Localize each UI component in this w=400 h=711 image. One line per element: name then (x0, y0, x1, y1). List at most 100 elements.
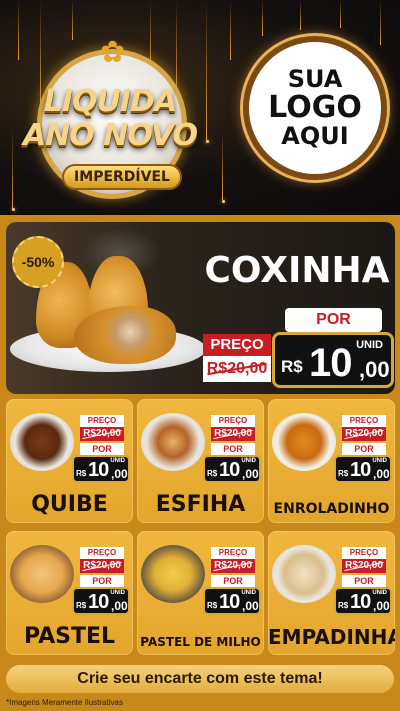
por-label: POR (342, 575, 386, 587)
esfiha-image (141, 413, 205, 471)
sparkle-dot (222, 200, 225, 203)
preco-label: PREÇO (80, 415, 124, 427)
price-decimal: ,00 (111, 467, 128, 481)
preco-label: PREÇO (80, 547, 124, 559)
currency-symbol: R$ (76, 469, 87, 478)
unid-label: UNID (241, 458, 256, 464)
price-box: UNID R$ 10 ,00 (272, 332, 394, 388)
product-card: PREÇOR$20,00 POR UNID R$10,00 QUIBE (6, 399, 133, 523)
product-name: PASTEL DE MILHO (140, 635, 261, 649)
price-integer: 10 (350, 591, 371, 613)
footnote: *Imagens Meramente Ilustrativas (6, 698, 123, 707)
sparkle-decoration (230, 0, 231, 60)
price-box: UNID R$ 10,00 (203, 587, 261, 615)
price-integer: 10 (219, 459, 240, 481)
gift-bow-icon: ✿ (100, 36, 126, 69)
sparkle-dot (206, 140, 209, 143)
product-card: PREÇOR$20,00 POR UNID R$10,00 PASTEL (6, 531, 133, 655)
sparkle-dot (12, 208, 15, 211)
pastel-image (10, 545, 74, 603)
currency-symbol: R$ (338, 469, 349, 478)
old-price: R$20,00 (342, 559, 386, 573)
sparkle-decoration (206, 0, 207, 140)
sparkle-decoration (340, 0, 341, 28)
currency-symbol: R$ (281, 357, 303, 376)
sparkle-decoration (380, 0, 381, 45)
sparkle-decoration (222, 130, 223, 200)
price-box: UNID R$ 10,00 (203, 455, 261, 483)
sparkle-decoration (12, 130, 13, 210)
price-box: UNID R$ 10,00 (72, 455, 130, 483)
badge-ribbon: IMPERDÍVEL (62, 164, 182, 190)
price-decimal: ,00 (111, 599, 128, 613)
old-price: R$20,00 (211, 559, 255, 573)
discount-badge: -50% (12, 236, 64, 288)
coxinha-image (74, 306, 176, 364)
unid-label: UNID (110, 590, 125, 596)
unid-label: UNID (356, 339, 383, 351)
sparkle-decoration (18, 0, 19, 60)
preco-label: PREÇO (211, 547, 255, 559)
promo-badge: ✿ LIQUIDA ANO NOVO IMPERDÍVEL (22, 32, 198, 202)
preco-label: PREÇO (342, 547, 386, 559)
quibe-image (10, 413, 74, 471)
old-price: R$20,00 (80, 427, 124, 441)
currency-symbol: R$ (76, 601, 87, 610)
price-decimal: ,00 (242, 467, 259, 481)
price-box: UNID R$ 10,00 (334, 455, 392, 483)
logo-text-line2: LOGO (268, 90, 362, 126)
badge-title-line2: ANO NOVO (22, 118, 198, 153)
por-label: POR (342, 443, 386, 455)
logo-text-line3: AQUI (281, 121, 349, 150)
product-name: PASTEL (23, 624, 116, 649)
por-label: POR (285, 308, 382, 332)
por-label: POR (211, 443, 255, 455)
product-name: EMPADINHA (268, 625, 395, 649)
price-decimal: ,00 (359, 357, 390, 382)
old-price: R$20,00 (342, 427, 386, 441)
price-decimal: ,00 (373, 467, 390, 481)
por-label: POR (80, 443, 124, 455)
currency-symbol: R$ (338, 601, 349, 610)
currency-symbol: R$ (207, 469, 218, 478)
old-price: R$20,00 (211, 427, 255, 441)
preco-label: PREÇO (211, 415, 255, 427)
logo-text-line1: SUA (287, 65, 343, 94)
old-price: R$20,00 (80, 559, 124, 573)
price-integer: 10 (219, 591, 240, 613)
product-name: ENROLADINHO (273, 501, 390, 517)
preco-label: PREÇO (203, 334, 271, 356)
logo-placeholder: SUA LOGO AQUI (243, 36, 387, 180)
product-name: QUIBE (31, 492, 108, 517)
currency-symbol: R$ (207, 601, 218, 610)
price-integer: 10 (88, 459, 109, 481)
product-card: PREÇOR$20,00 POR UNID R$10,00 ESFIHA (137, 399, 264, 523)
cta-banner: Crie seu encarte com este tema! (6, 665, 394, 693)
featured-product-name: COXINHA (204, 250, 390, 291)
header-banner: ✿ LIQUIDA ANO NOVO IMPERDÍVEL SUA LOGO A… (0, 0, 400, 215)
price-integer: 10 (350, 459, 371, 481)
sparkle-decoration (300, 0, 301, 30)
old-price-box: PREÇO R$20,00 (203, 334, 271, 384)
price-box: UNID R$ 10,00 (72, 587, 130, 615)
product-name: ESFIHA (155, 492, 246, 517)
preco-label: PREÇO (342, 415, 386, 427)
product-card: PREÇOR$20,00 POR UNID R$10,00 PASTEL DE MILH… (137, 531, 264, 655)
price-box: UNID R$ 10,00 (334, 587, 392, 615)
unid-label: UNID (241, 590, 256, 596)
unid-label: UNID (372, 458, 387, 464)
price-decimal: ,00 (242, 599, 259, 613)
price-decimal: ,00 (373, 599, 390, 613)
featured-product: -50% COXINHA POR PREÇO R$20,00 UNID R$ 1… (6, 222, 395, 394)
por-label: POR (80, 575, 124, 587)
pastel-de-milho-image (141, 545, 205, 603)
price-integer: 10 (309, 341, 352, 385)
empadinha-image (272, 545, 336, 603)
unid-label: UNID (372, 590, 387, 596)
por-label: POR (211, 575, 255, 587)
price-integer: 10 (88, 591, 109, 613)
product-card: PREÇOR$20,00 POR UNID R$10,00 EMPADINHA (268, 531, 395, 655)
enroladinho-image (272, 413, 336, 471)
old-price: R$20,00 (203, 356, 271, 382)
badge-title-line1: LIQUIDA (43, 84, 177, 119)
